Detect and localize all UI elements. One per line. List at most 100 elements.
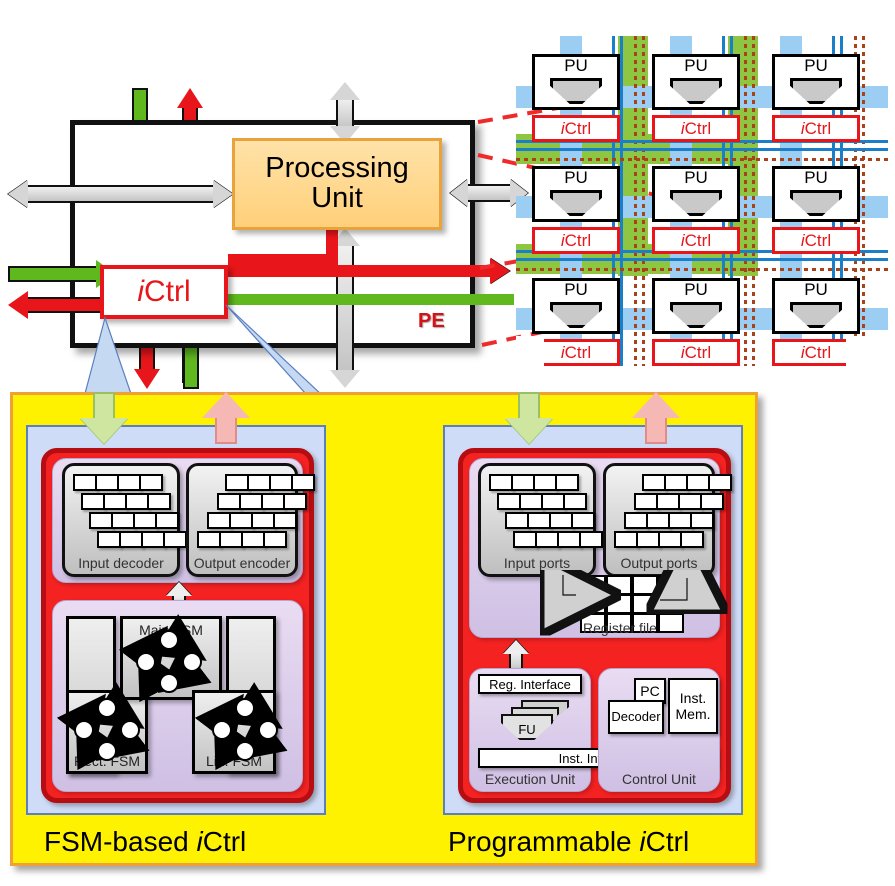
grid-mask-tl: [516, 36, 536, 52]
ictrl-rest: Ctrl: [684, 119, 712, 138]
pu-label: PU: [804, 280, 828, 299]
pu-label: PU: [684, 280, 708, 299]
funnel-icon: [550, 78, 602, 104]
fsm-ictrl-caption: FSM-based iCtrl: [44, 826, 246, 858]
port-row: [505, 512, 595, 529]
decoder-cell: [163, 531, 187, 548]
pu-label: PU: [684, 168, 708, 187]
decoder-cell: [89, 512, 113, 529]
register-cell: [606, 575, 632, 595]
grid-wire-red-v-d: [752, 36, 755, 366]
port-cell: [563, 493, 587, 510]
input-decoder-box: Input decoder: [62, 463, 187, 577]
port-cell: [668, 512, 692, 529]
register-cell: [658, 594, 684, 614]
ictrl-rest: Ctrl: [804, 231, 832, 250]
grid-cell[interactable]: PU iCtrl: [646, 52, 746, 147]
fsm-caption-rest: Ctrl: [202, 826, 247, 857]
port-cell: [664, 474, 688, 491]
green-input-arrow-fsm: [78, 392, 130, 444]
input-ports-label: Input ports: [503, 555, 571, 571]
grid-cell[interactable]: PU iCtrl: [526, 52, 626, 147]
encoder-cell: [225, 474, 249, 491]
decoder-cell: [133, 512, 157, 529]
port-row: [642, 474, 732, 491]
prog-caption-rest: Ctrl: [645, 826, 690, 857]
grid-cell[interactable]: PU iCtrl: [646, 164, 746, 259]
inst-mem-line1: Inst.: [679, 690, 707, 706]
port-cell: [497, 493, 521, 510]
pu-label: PU: [804, 56, 828, 75]
port-cell: [511, 474, 535, 491]
port-cell: [680, 531, 704, 548]
pu-label: PU: [564, 56, 588, 75]
ictrl-rest: Ctrl: [804, 343, 832, 362]
ictrl-block: iCtrl: [652, 115, 740, 142]
encoder-cell: [229, 512, 253, 529]
fu-label: FU: [518, 722, 536, 737]
register-cell: [580, 594, 606, 614]
pu-label: PU: [564, 168, 588, 187]
grid-cell[interactable]: PU iCtrl: [526, 164, 626, 259]
port-row: [513, 531, 603, 548]
grey-left-bus-arrow: [8, 180, 233, 208]
decoder-cell: [125, 493, 149, 510]
ictrl-block: iCtrl: [772, 115, 860, 142]
fu-stack-icon: FU: [495, 700, 575, 744]
funnel-icon: [670, 78, 722, 104]
reg-interface-label: Reg. Interface: [478, 674, 582, 694]
ictrl-block: iCtrl: [652, 227, 740, 254]
ictrl-block: iCtrl: [652, 339, 740, 366]
ictrl-rest: Ctrl: [564, 231, 592, 250]
encoder-cell: [219, 531, 243, 548]
grid-wire-red-v-a: [634, 36, 637, 366]
output-ports-box: Output ports: [603, 463, 732, 577]
pu-block: PU: [652, 54, 740, 110]
decoder-cell: [95, 474, 119, 491]
encoder-row: [225, 474, 315, 491]
port-cell: [489, 474, 513, 491]
encoder-cell: [247, 474, 271, 491]
port-cell: [636, 531, 660, 548]
ictrl-box: i Ctrl: [100, 265, 228, 319]
port-cell: [624, 512, 648, 529]
decoder-row: [97, 531, 187, 548]
ictrl-block: iCtrl: [532, 339, 620, 366]
grid-wire-red-h-a: [516, 158, 888, 161]
register-cell: [606, 594, 632, 614]
encoder-row: [207, 512, 297, 529]
encoder-cell: [207, 512, 231, 529]
inst-mem-block: Inst. Mem.: [668, 678, 718, 734]
grid-wire-blue-h-b: [516, 148, 888, 151]
ictrl-block: iCtrl: [532, 227, 620, 254]
decoder-cell: [119, 531, 143, 548]
decoder-row: [73, 474, 163, 491]
encoder-cell: [273, 512, 297, 529]
pu-label: PU: [804, 168, 828, 187]
green-input-arrow-prog: [503, 392, 555, 444]
port-cell: [656, 493, 680, 510]
encoder-cell: [251, 512, 275, 529]
pu-block: PU: [772, 166, 860, 222]
port-cell: [678, 493, 702, 510]
prog-ictrl-caption: Programmable iCtrl: [448, 826, 689, 858]
decoder-cell: [73, 474, 97, 491]
port-cell: [642, 474, 666, 491]
port-cell: [700, 493, 724, 510]
pu-block: PU: [532, 166, 620, 222]
grid-cell[interactable]: PU iCtrl: [766, 164, 866, 259]
pink-output-arrow-fsm: [200, 392, 252, 444]
grid-cell[interactable]: PU iCtrl: [766, 52, 866, 147]
decoder-block: Decoder: [608, 700, 664, 734]
pu-block: PU: [532, 54, 620, 110]
ictrl-block: iCtrl: [772, 227, 860, 254]
pu-ictrl-grid: PU iCtrl PU iCtrl PU iCtrl PU iCtrl PU i…: [516, 36, 888, 366]
lin-fsm-label: Lin. FSM: [205, 753, 262, 769]
encoder-cell: [197, 531, 221, 548]
encoder-row: [217, 493, 307, 510]
input-ports-box: Input ports: [478, 463, 603, 577]
port-cell: [533, 474, 557, 491]
port-cell: [690, 512, 714, 529]
port-cell: [646, 512, 670, 529]
grid-cell[interactable]: PU iCtrl: [646, 276, 746, 366]
